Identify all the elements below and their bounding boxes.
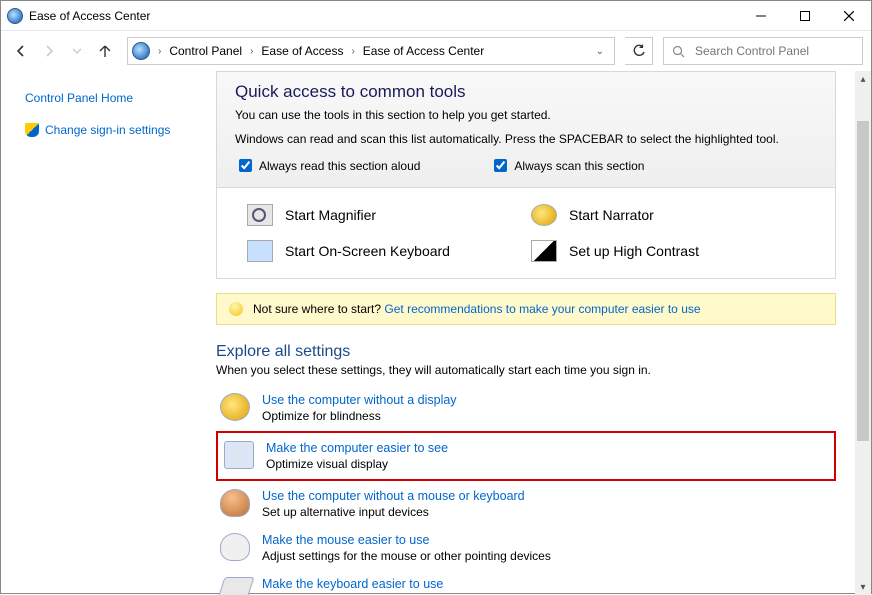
search-input[interactable] [693, 43, 854, 59]
setting-link[interactable]: Use the computer without a mouse or keyb… [262, 489, 525, 503]
chevron-down-icon[interactable]: ⌄ [590, 46, 610, 57]
setting-desc: Optimize for blindness [262, 409, 457, 423]
setting-keyboard-easier[interactable]: Make the keyboard easier to use Adjust s… [216, 571, 836, 595]
tool-label: Start Narrator [569, 207, 654, 223]
quick-line2: Windows can read and scan this list auto… [235, 132, 817, 146]
checkbox-scan[interactable] [494, 159, 507, 172]
shield-icon [25, 123, 39, 137]
tool-label: Start On-Screen Keyboard [285, 243, 450, 259]
vertical-scrollbar[interactable]: ▴ ▾ [855, 71, 871, 595]
search-icon [672, 45, 685, 58]
magnifier-icon [247, 204, 273, 226]
hint-bar: Not sure where to start? Get recommendat… [216, 293, 836, 325]
setting-link[interactable]: Make the computer easier to see [266, 441, 448, 455]
quick-access-box: Quick access to common tools You can use… [216, 71, 836, 188]
setting-desc: Adjust settings for the mouse or other p… [262, 549, 551, 563]
bulb-icon [229, 302, 243, 316]
setting-desc: Optimize visual display [266, 457, 448, 471]
main-content: Quick access to common tools You can use… [216, 71, 871, 595]
scroll-up-arrow[interactable]: ▴ [855, 71, 871, 87]
display-magnifier-icon [224, 441, 254, 469]
breadcrumb-item[interactable]: Ease of Access Center [359, 42, 488, 60]
scroll-down-arrow[interactable]: ▾ [855, 579, 871, 595]
setting-link[interactable]: Make the keyboard easier to use [262, 577, 443, 591]
breadcrumb-item[interactable]: Ease of Access [257, 42, 347, 60]
quick-line1: You can use the tools in this section to… [235, 108, 817, 122]
setting-without-mouse-keyboard[interactable]: Use the computer without a mouse or keyb… [216, 483, 836, 525]
person-icon [220, 489, 250, 517]
tool-label: Start Magnifier [285, 207, 376, 223]
recent-dropdown[interactable] [65, 39, 89, 63]
change-signin-link[interactable]: Change sign-in settings [25, 123, 206, 137]
app-icon [7, 8, 23, 24]
mouse-icon [220, 533, 250, 561]
window-title: Ease of Access Center [29, 9, 739, 23]
nav-label: Control Panel Home [25, 91, 133, 105]
start-osk[interactable]: Start On-Screen Keyboard [247, 240, 531, 262]
chevron-right-icon: › [349, 46, 356, 57]
tool-label: Set up High Contrast [569, 243, 699, 259]
explore-title: Explore all settings [216, 343, 836, 361]
keyboard-icon [216, 577, 255, 595]
hint-text: Not sure where to start? [253, 302, 384, 316]
chevron-right-icon: › [248, 46, 255, 57]
checkbox-read[interactable] [239, 159, 252, 172]
explore-desc: When you select these settings, they wil… [216, 363, 836, 377]
quick-title: Quick access to common tools [235, 82, 817, 102]
location-icon [132, 42, 150, 60]
tools-box: Start Magnifier Start Narrator Start On-… [216, 188, 836, 279]
narrator-icon [531, 204, 557, 226]
refresh-button[interactable] [625, 37, 653, 65]
setting-mouse-easier[interactable]: Make the mouse easier to use Adjust sett… [216, 527, 836, 569]
maximize-button[interactable] [783, 1, 827, 31]
forward-button[interactable] [37, 39, 61, 63]
recommendations-link[interactable]: Get recommendations to make your compute… [384, 302, 700, 316]
left-nav: Control Panel Home Change sign-in settin… [1, 71, 216, 595]
speech-icon [220, 393, 250, 421]
explore-section: Explore all settings When you select the… [216, 343, 836, 595]
nav-label: Change sign-in settings [45, 123, 170, 137]
start-magnifier[interactable]: Start Magnifier [247, 204, 531, 226]
contrast-icon [531, 240, 557, 262]
close-button[interactable] [827, 1, 871, 31]
navbar: › Control Panel › Ease of Access › Ease … [1, 31, 871, 71]
setup-high-contrast[interactable]: Set up High Contrast [531, 240, 815, 262]
check-scan[interactable]: Always scan this section [490, 156, 644, 175]
setting-without-display[interactable]: Use the computer without a display Optim… [216, 387, 836, 429]
address-bar[interactable]: › Control Panel › Ease of Access › Ease … [127, 37, 615, 65]
keyboard-icon [247, 240, 273, 262]
minimize-button[interactable] [739, 1, 783, 31]
control-panel-home-link[interactable]: Control Panel Home [25, 91, 206, 105]
setting-link[interactable]: Use the computer without a display [262, 393, 457, 407]
back-button[interactable] [9, 39, 33, 63]
chevron-right-icon: › [156, 46, 163, 57]
setting-desc: Set up alternative input devices [262, 505, 525, 519]
search-box[interactable] [663, 37, 863, 65]
breadcrumb-item[interactable]: Control Panel [165, 42, 246, 60]
titlebar: Ease of Access Center [1, 1, 871, 31]
setting-link[interactable]: Make the mouse easier to use [262, 533, 429, 547]
start-narrator[interactable]: Start Narrator [531, 204, 815, 226]
scroll-thumb[interactable] [857, 121, 869, 441]
setting-easier-to-see[interactable]: Make the computer easier to see Optimize… [216, 431, 836, 481]
check-read-aloud[interactable]: Always read this section aloud [235, 156, 420, 175]
up-button[interactable] [93, 39, 117, 63]
